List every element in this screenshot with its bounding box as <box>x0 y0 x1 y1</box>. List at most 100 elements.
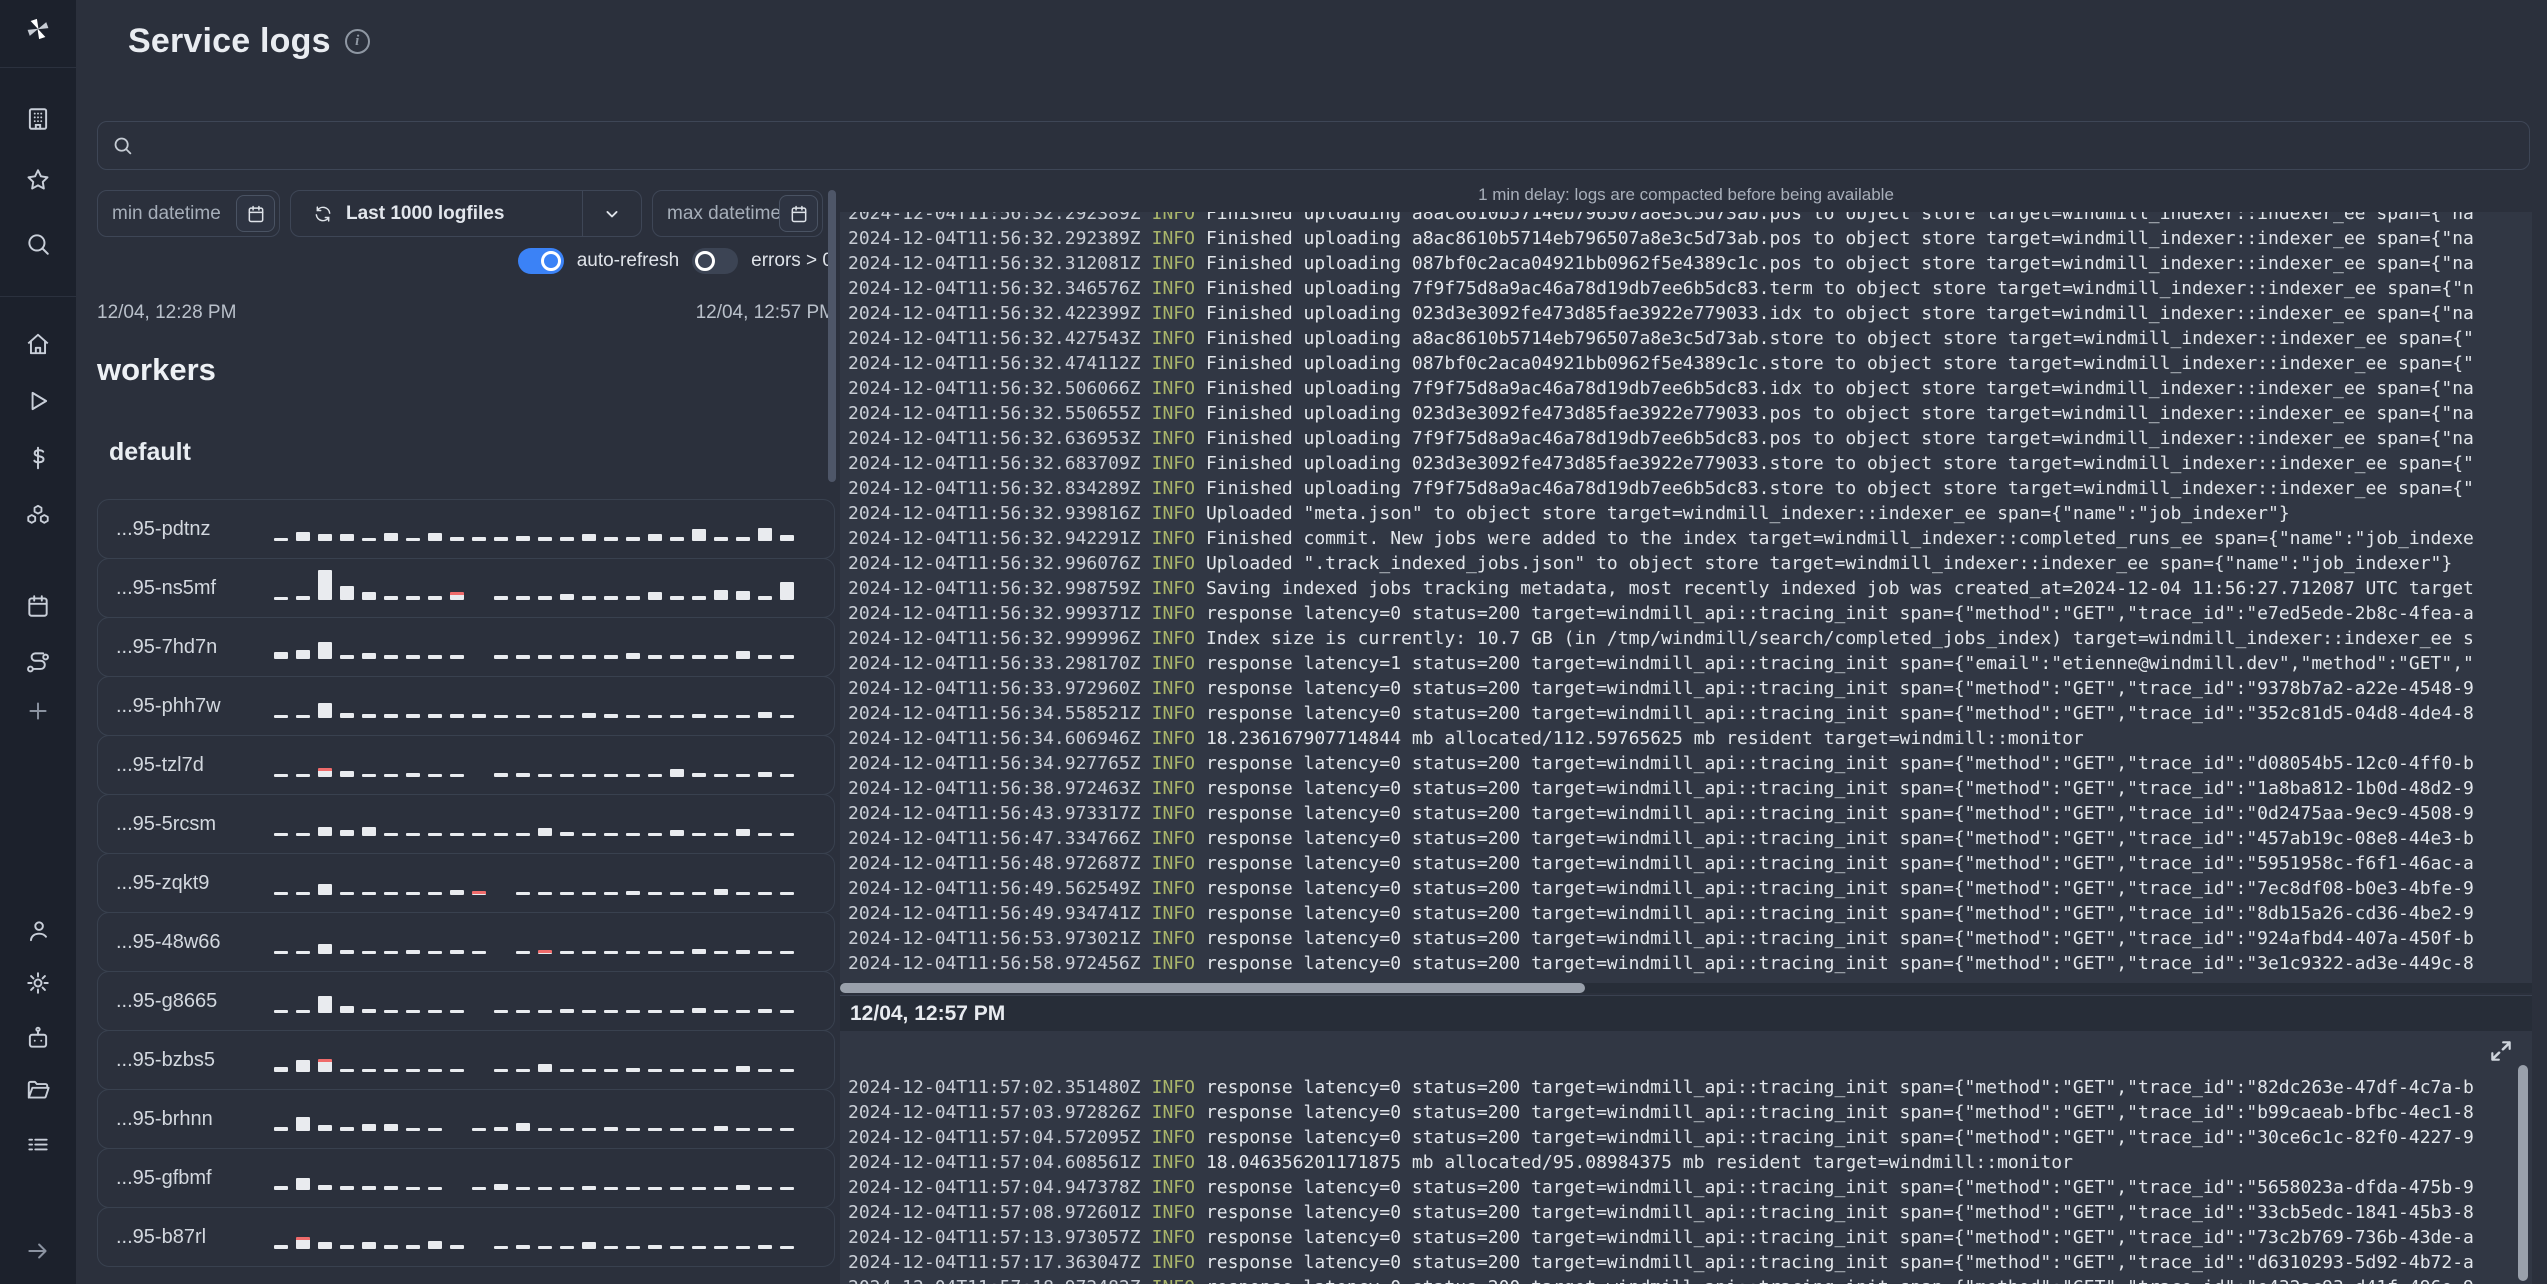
activity-bar <box>648 1128 662 1131</box>
folder-icon[interactable] <box>24 1076 52 1104</box>
workflows-route-icon[interactable] <box>24 649 52 677</box>
windmill-logo-icon[interactable] <box>24 15 52 43</box>
log-vertical-scrollbar[interactable] <box>2518 1065 2528 1281</box>
log-line: 2024-12-04T11:56:32.998759Z INFO Saving in… <box>848 576 2532 601</box>
log-timestamp: 2024-12-04T11:56:38.972463Z <box>848 778 1141 799</box>
activity-bar <box>362 1242 376 1249</box>
worker-row[interactable]: ...95-brhnn <box>97 1089 835 1149</box>
variables-dollar-icon[interactable] <box>24 444 52 472</box>
workers-heading: workers <box>97 352 216 387</box>
activity-bar <box>318 944 332 954</box>
resources-cubes-icon[interactable] <box>24 501 52 529</box>
activity-bar <box>362 538 376 541</box>
activity-bar <box>692 1069 706 1072</box>
activity-bar <box>296 1178 310 1190</box>
worker-row[interactable]: ...95-zqkt9 <box>97 853 835 913</box>
activity-bar <box>582 596 596 600</box>
log-horizontal-scrollbar[interactable] <box>840 983 2532 993</box>
worker-row[interactable]: ...95-phh7w <box>97 676 835 736</box>
settings-gear-icon[interactable] <box>24 969 52 997</box>
range-dropdown-toggle[interactable] <box>582 191 641 236</box>
log-line: 2024-12-04T11:56:49.934741Z INFO response … <box>848 901 2532 926</box>
activity-bar <box>428 596 442 600</box>
activity-bar <box>516 951 530 954</box>
min-datetime-field[interactable]: min datetime <box>97 190 280 237</box>
activity-bar <box>538 596 552 600</box>
worker-row[interactable]: ...95-5rcsm <box>97 794 835 854</box>
schedules-calendar-icon[interactable] <box>24 592 52 620</box>
activity-bar <box>384 951 398 954</box>
auto-refresh-toggle[interactable] <box>517 248 564 274</box>
log-line: 2024-12-04T11:56:32.312081Z INFO Finished … <box>848 251 2532 276</box>
activity-bar <box>626 833 640 836</box>
expand-icon[interactable] <box>2488 1038 2514 1064</box>
audit-list-icon[interactable] <box>24 1130 52 1158</box>
worker-row[interactable]: ...95-tzl7d <box>97 735 835 795</box>
log-timestamp: 2024-12-04T11:56:53.973021Z <box>848 928 1141 949</box>
home-icon[interactable] <box>24 330 52 358</box>
activity-bar <box>626 1187 640 1190</box>
activity-bar <box>428 533 442 541</box>
worker-activity-sparkline <box>274 924 822 960</box>
max-datetime-calendar-button[interactable] <box>779 195 818 232</box>
worker-activity-sparkline <box>274 1160 822 1196</box>
log-line: 2024-12-04T11:56:32.636953Z INFO Finished … <box>848 426 2532 451</box>
activity-bar <box>274 1186 288 1190</box>
worker-row[interactable]: ...95-g8665 <box>97 971 835 1031</box>
bot-icon[interactable] <box>24 1024 52 1052</box>
log-level: INFO <box>1152 1277 1195 1284</box>
log-timestamp: 2024-12-04T11:57:04.608561Z <box>848 1152 1141 1173</box>
collapse-arrow-right-icon[interactable] <box>24 1237 52 1265</box>
log-line: 2024-12-04T11:56:49.562549Z INFO response … <box>848 876 2532 901</box>
log-line: 2024-12-04T11:57:08.972601Z INFO response … <box>848 1200 2532 1225</box>
worker-row[interactable]: ...95-gfbmf <box>97 1148 835 1208</box>
activity-bar <box>714 1126 728 1131</box>
workspace-building-icon[interactable] <box>24 105 52 133</box>
activity-bar <box>560 892 574 895</box>
worker-row[interactable]: ...95-48w66 <box>97 912 835 972</box>
activity-bar <box>362 774 376 777</box>
log-line: 2024-12-04T11:56:38.972463Z INFO response … <box>848 776 2532 801</box>
page-title: Service logs i <box>128 22 370 61</box>
activity-bar <box>604 951 618 954</box>
runs-play-icon[interactable] <box>24 387 52 415</box>
activity-bar <box>384 1069 398 1072</box>
favorites-star-icon[interactable] <box>24 166 52 194</box>
max-datetime-field[interactable]: max datetime <box>652 190 823 237</box>
activity-bar <box>472 833 486 836</box>
log-block-1[interactable]: 2024-12-04T11:56:32.292389Z INFO Finished … <box>840 212 2532 993</box>
logfile-range-select[interactable]: Last 1000 logfiles <box>290 190 642 237</box>
errors-toggle[interactable] <box>692 248 739 274</box>
log-level: INFO <box>1151 753 1195 774</box>
search-nav-icon[interactable] <box>24 230 52 258</box>
add-plus-icon[interactable] <box>24 697 52 725</box>
log-message: response latency=0 status=200 target=win… <box>1205 928 2474 949</box>
activity-bar <box>296 1010 310 1013</box>
activity-bar <box>406 1187 420 1190</box>
activity-bar <box>494 833 508 836</box>
scrollbar-thumb[interactable] <box>840 983 1585 993</box>
log-message: Saving indexed jobs tracking metadata, m… <box>1205 578 2474 599</box>
range-start-label: 12/04, 12:28 PM <box>97 302 237 323</box>
min-datetime-calendar-button[interactable] <box>236 195 275 232</box>
worker-row[interactable]: ...95-7hd7n <box>97 617 835 677</box>
log-line: 2024-12-04T11:57:13.973057Z INFO response … <box>848 1225 2532 1250</box>
worker-name: ...95-bzbs5 <box>116 1048 215 1071</box>
worker-row[interactable]: ...95-pdtnz <box>97 499 835 559</box>
info-icon[interactable]: i <box>344 29 370 54</box>
log-block-2[interactable]: 2024-12-04T11:57:02.351480Z INFO response … <box>840 1031 2532 1284</box>
search-input[interactable] <box>145 134 2515 157</box>
left-panel-scrollbar[interactable] <box>828 190 836 482</box>
activity-bar <box>296 596 310 600</box>
activity-bar <box>384 533 398 541</box>
activity-bar <box>516 1245 530 1249</box>
activity-bar <box>494 1069 508 1072</box>
activity-bar <box>318 1185 332 1190</box>
worker-row[interactable]: ...95-ns5mf <box>97 558 835 618</box>
search-bar[interactable] <box>97 121 2530 170</box>
worker-row[interactable]: ...95-bzbs5 <box>97 1030 835 1090</box>
worker-row[interactable]: ...95-b87rl <box>97 1207 835 1267</box>
log-timestamp: 2024-12-04T11:56:32.474112Z <box>848 353 1141 374</box>
worker-activity-sparkline <box>274 1042 822 1078</box>
user-person-icon[interactable] <box>24 917 52 945</box>
